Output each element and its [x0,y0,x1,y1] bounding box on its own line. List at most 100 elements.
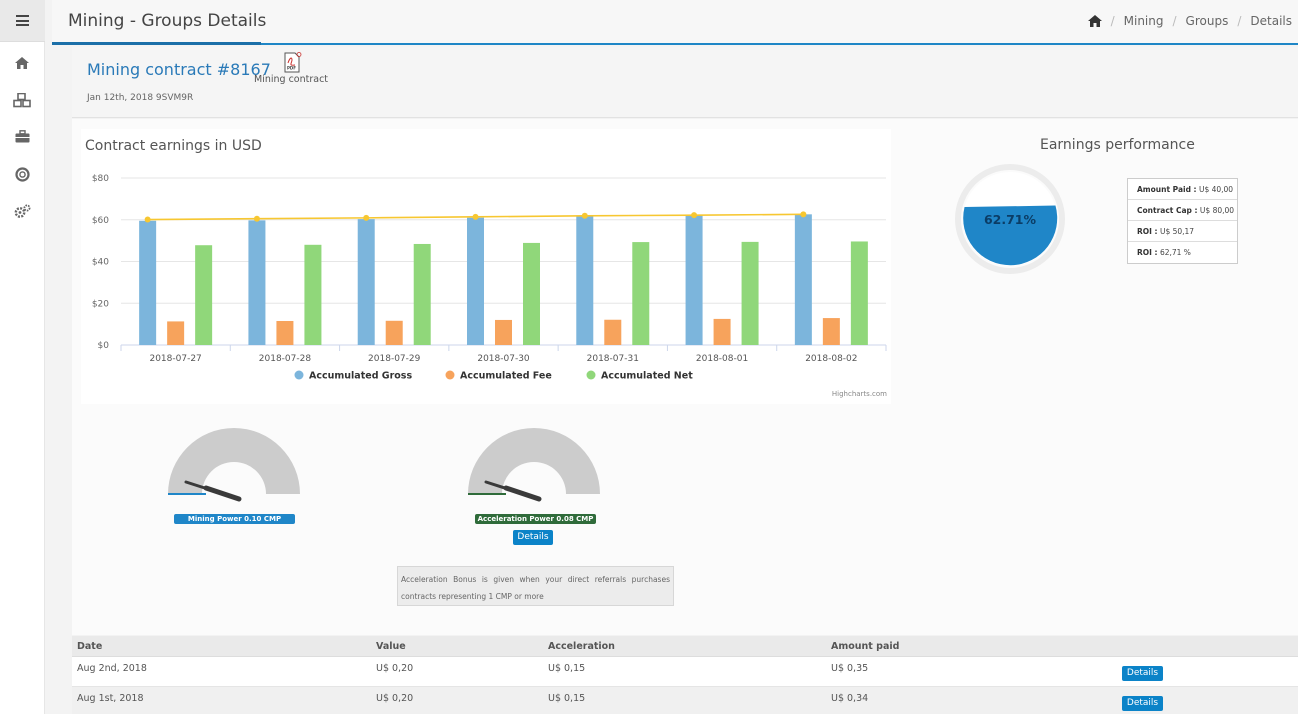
performance-gauge: 62.71% [955,164,1065,274]
legend-item: Accumulated Gross [309,371,412,382]
info-row-roi-value: ROI : U$ 50,17 [1128,221,1237,242]
pdf-label: Mining contract [254,74,329,85]
gauge-percent-label: 62.71% [984,212,1037,227]
cell-amount-paid: U$ 0,34 [831,693,869,704]
home-icon[interactable] [1087,15,1102,27]
pdf-icon: PDF [284,52,302,73]
bar-accumulated-net [741,241,759,345]
y-tick-label: $20 [92,299,109,309]
bar-accumulated-gross [794,214,812,345]
bar-accumulated-gross [248,220,266,345]
bar-accumulated-gross [467,217,484,345]
sidebar-item-support[interactable] [13,166,31,182]
y-tick-label: $40 [92,258,109,268]
breadcrumb-item-mining[interactable]: Mining [1124,14,1164,28]
contract-header: Mining contract #8167 Jan 12th, 2018 9SV… [72,47,1298,118]
cell-amount-paid: U$ 0,35 [831,663,869,674]
cell-date: Aug 1st, 2018 [77,693,144,704]
breadcrumb: / Mining / Groups / Details [1087,14,1292,28]
x-tick-label: 2018-07-29 [368,354,421,364]
mining-power-gauge [168,428,300,502]
bar-accumulated-fee [276,320,294,345]
row-details-button[interactable]: Details [1122,696,1163,711]
legend-marker [445,370,455,380]
acceleration-power-label: Acceleration Power 0.08 CMP [475,514,596,524]
bar-accumulated-fee [385,320,403,345]
legend-item: Accumulated Net [601,371,693,382]
y-tick-label: $80 [92,174,109,184]
acceleration-bonus-note: Acceleration Bonus is given when your di… [397,566,674,606]
bar-accumulated-fee [822,318,840,345]
bar-accumulated-fee [713,318,731,345]
home-icon [15,57,29,69]
sidebar-item-wallet[interactable] [13,128,31,144]
line-point [144,216,151,223]
chart-credits[interactable]: Highcharts.com [832,390,887,398]
earnings-chart: $0 $20 $40 $60 $80 2018-07-27 2018-07-28 2018-0… [81,129,891,404]
sidebar-item-mining[interactable] [13,92,31,108]
page-title: Mining - Groups Details [68,11,267,31]
x-tick-label: 2018-08-02 [805,354,857,364]
hamburger-icon [16,15,29,26]
info-row-amount-paid: Amount Paid : U$ 40,00 [1128,179,1237,200]
breadcrumb-item-details: Details [1250,14,1292,28]
briefcase-icon [15,129,29,142]
lifebuoy-icon [14,166,30,182]
gauge-needle-hub [503,485,542,502]
bar-accumulated-net [413,243,431,345]
contract-date: Jan 12th, 2018 9SVM9R [87,93,194,103]
x-tick-label: 2018-07-30 [477,354,530,364]
gauge-needle-hub [203,485,242,502]
legend-marker [294,370,304,380]
sidebar-item-settings[interactable] [13,203,31,219]
payments-table: Date Value Acceleration Amount paid Aug … [72,636,1298,714]
menu-toggle-button[interactable] [0,0,45,42]
cell-acceleration: U$ 0,15 [548,693,586,704]
column-header-value: Value [376,641,406,652]
legend-item: Accumulated Fee [460,371,552,382]
performance-info-box: Amount Paid : U$ 40,00 Contract Cap : U$… [1127,178,1238,264]
breadcrumb-item-groups[interactable]: Groups [1186,14,1229,28]
bar-accumulated-gross [357,219,375,345]
info-row-contract-cap: Contract Cap : U$ 80,00 [1128,200,1237,221]
line-point [800,211,807,218]
top-bar: Mining - Groups Details / Mining / Group… [52,0,1298,45]
content-panel: $0 $20 $40 $60 $80 2018-07-27 2018-07-28 2018-0… [72,119,1298,635]
chart-title: Contract earnings in USD [85,138,262,154]
x-tick-label: 2018-08-01 [696,354,748,364]
bar-accumulated-fee [604,319,622,345]
breadcrumb-separator: / [1237,14,1242,28]
bar-accumulated-fee [167,321,185,345]
svg-text:PDF: PDF [287,66,296,71]
line-point [363,214,370,221]
app: Mining - Groups Details / Mining / Group… [0,0,1298,714]
bar-accumulated-net [850,241,868,345]
bar-accumulated-net [523,242,540,345]
bar-accumulated-gross [139,220,157,345]
sidebar [0,0,45,714]
title-underline [52,42,261,45]
line-point [472,213,479,220]
sidebar-item-home[interactable] [13,55,31,71]
row-details-button[interactable]: Details [1122,666,1163,681]
info-row-roi-percent: ROI : 62,71 % [1137,248,1191,257]
earnings-chart-svg: $0 $20 $40 $60 $80 2018-07-27 2018-07-28 2018-0… [92,174,887,382]
legend-marker [586,370,596,380]
cell-value: U$ 0,20 [376,663,414,674]
gears-icon [14,204,30,218]
cell-date: Aug 2nd, 2018 [77,663,147,674]
bar-accumulated-net [304,244,322,345]
bar-accumulated-fee [495,319,512,345]
cubes-icon [13,92,31,107]
column-header-date: Date [77,641,103,652]
y-tick-label: $60 [92,216,109,226]
contract-title: Mining contract #8167 [87,60,271,79]
cell-value: U$ 0,20 [376,693,414,704]
acceleration-details-button[interactable]: Details [513,530,553,545]
table-row: Aug 2nd, 2018 U$ 0,20 U$ 0,15 U$ 0,35 De… [72,657,1298,687]
breadcrumb-separator: / [1172,14,1177,28]
bar-accumulated-gross [576,216,594,345]
y-tick-label: $0 [98,341,110,351]
table-header: Date Value Acceleration Amount paid [72,636,1298,657]
mining-power-label: Mining Power 0.10 CMP [174,514,295,524]
